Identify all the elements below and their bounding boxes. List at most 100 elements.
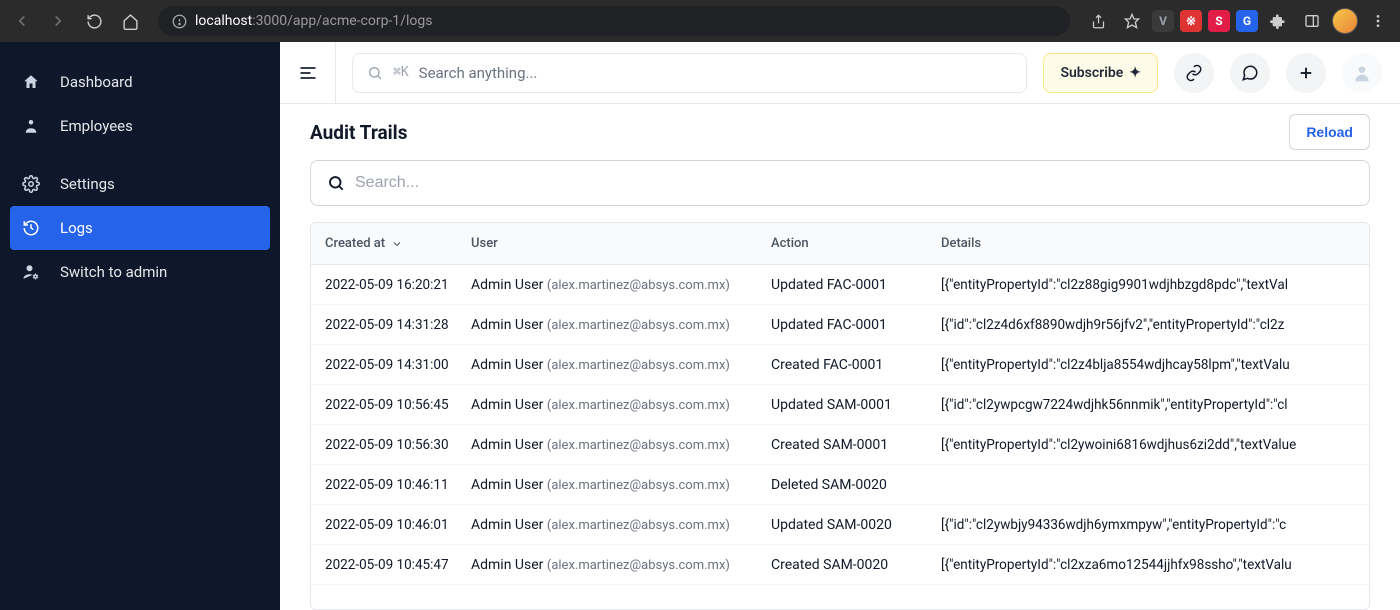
cell-created-at: 2022-05-09 16:20:21 xyxy=(311,277,471,293)
sidebar-item-label: Employees xyxy=(60,117,133,135)
search-placeholder: Search anything... xyxy=(419,64,538,82)
table-row[interactable]: 2022-05-09 16:20:21Admin User (alex.mart… xyxy=(311,265,1369,305)
subscribe-button[interactable]: Subscribe ✦ xyxy=(1043,53,1158,93)
table-row[interactable]: 2022-05-09 14:31:28Admin User (alex.mart… xyxy=(311,305,1369,345)
history-icon xyxy=(22,219,44,237)
cell-user: Admin User (alex.martinez@absys.com.mx) xyxy=(471,397,771,413)
cell-action: Updated SAM-0020 xyxy=(771,517,941,533)
link-button[interactable] xyxy=(1174,53,1214,93)
column-action[interactable]: Action xyxy=(771,236,941,251)
table-row[interactable]: 2022-05-09 10:45:47Admin User (alex.mart… xyxy=(311,545,1369,585)
table-search[interactable] xyxy=(310,160,1370,206)
table-row[interactable]: 2022-05-09 10:56:30Admin User (alex.mart… xyxy=(311,425,1369,465)
share-icon[interactable] xyxy=(1084,7,1112,35)
add-button[interactable] xyxy=(1286,53,1326,93)
cell-details: [{"entityPropertyId":"cl2z4blja8554wdjhc… xyxy=(941,357,1369,373)
audit-table: Created at User Action Details 2022-05-0… xyxy=(310,222,1370,610)
sidebar: Dashboard Employees Settings Logs Switch… xyxy=(0,42,280,610)
sidebar-item-label: Dashboard xyxy=(60,73,133,91)
hamburger-icon[interactable] xyxy=(298,63,318,83)
column-created-at[interactable]: Created at xyxy=(311,236,471,251)
cell-details: [{"entityPropertyId":"cl2z88gig9901wdjhb… xyxy=(941,277,1369,293)
cell-details: [{"id":"cl2ywbjy94336wdjh6ymxmpyw","enti… xyxy=(941,517,1369,533)
person-icon xyxy=(22,117,44,135)
cell-action: Updated FAC-0001 xyxy=(771,317,941,333)
page-header: Audit Trails Reload xyxy=(280,104,1400,160)
cell-details: [{"id":"cl2z4d6xf8890wdjh9r56jfv2","enti… xyxy=(941,317,1369,333)
subscribe-label: Subscribe xyxy=(1060,65,1123,81)
bookmark-star-icon[interactable] xyxy=(1118,7,1146,35)
browser-reload-icon[interactable] xyxy=(80,7,108,35)
global-search[interactable]: ⌘K Search anything... xyxy=(352,53,1027,93)
table-row[interactable]: 2022-05-09 10:46:11Admin User (alex.mart… xyxy=(311,465,1369,505)
cell-action: Created SAM-0020 xyxy=(771,557,941,573)
sidebar-item-label: Switch to admin xyxy=(60,263,167,281)
cell-created-at: 2022-05-09 10:56:30 xyxy=(311,437,471,453)
cell-created-at: 2022-05-09 10:46:11 xyxy=(311,477,471,493)
table-row[interactable]: 2022-05-09 14:31:00Admin User (alex.mart… xyxy=(311,345,1369,385)
extension-red-icon[interactable]: ※ xyxy=(1180,10,1202,32)
extension-s-icon[interactable]: S xyxy=(1208,10,1230,32)
cell-action: Updated SAM-0001 xyxy=(771,397,941,413)
table-body: 2022-05-09 16:20:21Admin User (alex.mart… xyxy=(311,265,1369,609)
cell-user: Admin User (alex.martinez@absys.com.mx) xyxy=(471,557,771,573)
cell-user: Admin User (alex.martinez@absys.com.mx) xyxy=(471,437,771,453)
user-avatar-button[interactable] xyxy=(1342,53,1382,93)
cell-created-at: 2022-05-09 10:46:01 xyxy=(311,517,471,533)
cell-action: Updated FAC-0001 xyxy=(771,277,941,293)
table-header: Created at User Action Details xyxy=(311,223,1369,265)
cell-user: Admin User (alex.martinez@absys.com.mx) xyxy=(471,477,771,493)
browser-back-icon[interactable] xyxy=(8,7,36,35)
cell-action: Created SAM-0001 xyxy=(771,437,941,453)
admin-icon xyxy=(22,263,44,281)
search-icon xyxy=(327,174,345,192)
reload-button[interactable]: Reload xyxy=(1289,114,1370,150)
browser-home-icon[interactable] xyxy=(116,7,144,35)
cell-created-at: 2022-05-09 14:31:00 xyxy=(311,357,471,373)
keyboard-shortcut: ⌘K xyxy=(393,65,409,80)
topbar: ⌘K Search anything... Subscribe ✦ xyxy=(280,42,1400,104)
sidebar-item-dashboard[interactable]: Dashboard xyxy=(0,60,280,104)
cell-action: Deleted SAM-0020 xyxy=(771,477,941,493)
cell-details: [{"entityPropertyId":"cl2xza6mo12544jjhf… xyxy=(941,557,1369,573)
insecure-icon xyxy=(172,14,187,29)
sparkle-icon: ✦ xyxy=(1129,65,1141,81)
cell-user: Admin User (alex.martinez@absys.com.mx) xyxy=(471,277,771,293)
cell-user: Admin User (alex.martinez@absys.com.mx) xyxy=(471,317,771,333)
address-bar[interactable]: localhost:3000/app/acme-corp-1/logs xyxy=(158,6,1070,36)
cell-user: Admin User (alex.martinez@absys.com.mx) xyxy=(471,357,771,373)
chrome-menu-icon[interactable] xyxy=(1364,7,1392,35)
gear-icon xyxy=(22,175,44,193)
chevron-down-icon xyxy=(391,238,403,250)
column-details[interactable]: Details xyxy=(941,236,1369,251)
page-title: Audit Trails xyxy=(310,121,407,144)
sidebar-item-label: Settings xyxy=(60,175,115,193)
cell-created-at: 2022-05-09 10:45:47 xyxy=(311,557,471,573)
chat-button[interactable] xyxy=(1230,53,1270,93)
sidebar-item-switch-admin[interactable]: Switch to admin xyxy=(0,250,280,294)
browser-chrome: localhost:3000/app/acme-corp-1/logs V ※ … xyxy=(0,0,1400,42)
search-icon xyxy=(367,65,383,81)
table-search-input[interactable] xyxy=(355,174,1353,192)
extension-vue-icon[interactable]: V xyxy=(1152,10,1174,32)
url-text: localhost:3000/app/acme-corp-1/logs xyxy=(195,13,432,29)
cell-created-at: 2022-05-09 14:31:28 xyxy=(311,317,471,333)
cell-action: Created FAC-0001 xyxy=(771,357,941,373)
browser-forward-icon[interactable] xyxy=(44,7,72,35)
cell-created-at: 2022-05-09 10:56:45 xyxy=(311,397,471,413)
sidebar-item-employees[interactable]: Employees xyxy=(0,104,280,148)
profile-avatar[interactable] xyxy=(1332,8,1358,34)
cell-user: Admin User (alex.martinez@absys.com.mx) xyxy=(471,517,771,533)
sidebar-item-label: Logs xyxy=(60,219,93,237)
main-content: ⌘K Search anything... Subscribe ✦ Audit … xyxy=(280,42,1400,610)
column-user[interactable]: User xyxy=(471,236,771,251)
sidebar-item-settings[interactable]: Settings xyxy=(0,162,280,206)
extensions-puzzle-icon[interactable] xyxy=(1264,7,1292,35)
sidebar-item-logs[interactable]: Logs xyxy=(10,206,270,250)
panel-icon[interactable] xyxy=(1298,7,1326,35)
cell-details: [{"entityPropertyId":"cl2ywoini6816wdjhu… xyxy=(941,437,1369,453)
home-icon xyxy=(22,73,44,91)
table-row[interactable]: 2022-05-09 10:56:45Admin User (alex.mart… xyxy=(311,385,1369,425)
extension-translate-icon[interactable]: G xyxy=(1236,10,1258,32)
table-row[interactable]: 2022-05-09 10:46:01Admin User (alex.mart… xyxy=(311,505,1369,545)
